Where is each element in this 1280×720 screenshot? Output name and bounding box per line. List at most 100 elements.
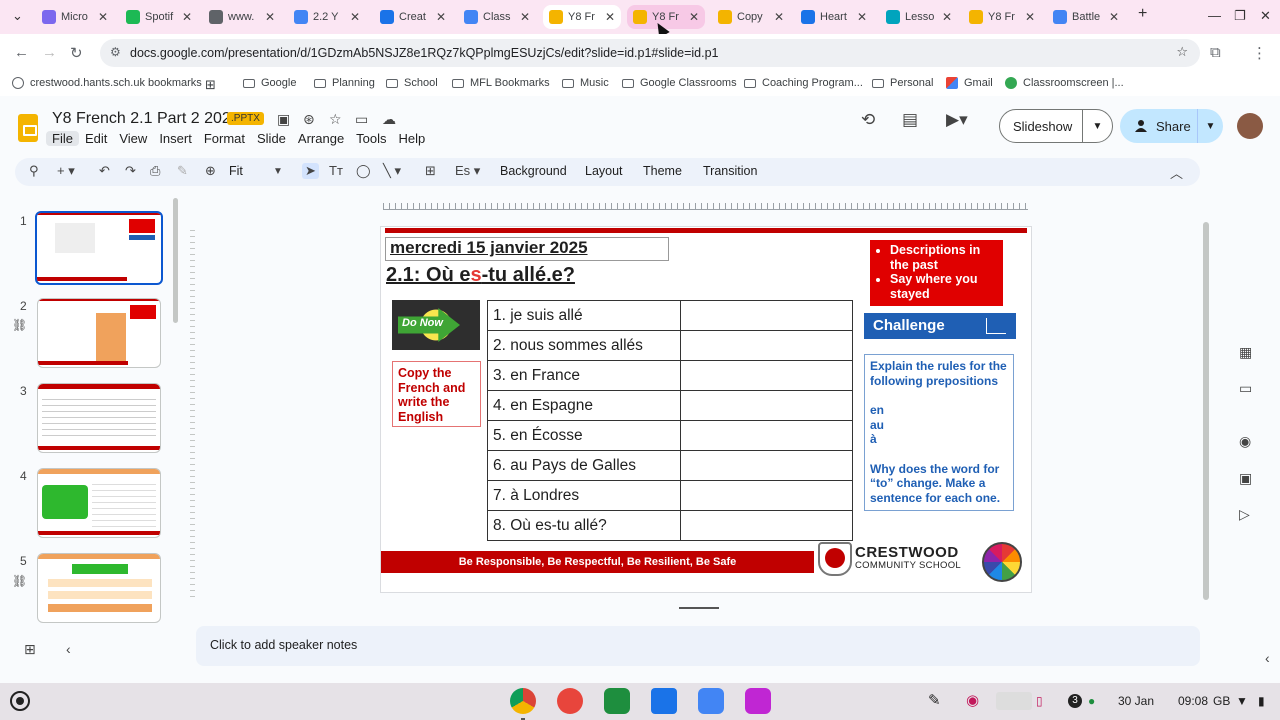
bookmark-item[interactable]: MFL Bookmarks bbox=[452, 77, 550, 89]
browser-tab[interactable]: Spotif ✕ bbox=[120, 5, 198, 29]
files-icon[interactable] bbox=[651, 688, 677, 714]
speaker-notes[interactable]: Click to add speaker notes bbox=[196, 626, 1200, 666]
slide[interactable]: mercredi 15 janvier 2025 2.1: Où es-tu a… bbox=[381, 227, 1031, 592]
search-menus-icon[interactable]: ⚲ bbox=[29, 163, 39, 179]
menu-edit[interactable]: Edit bbox=[79, 131, 113, 146]
bookmark-item[interactable]: Personal bbox=[872, 77, 933, 89]
close-tab-icon[interactable]: ✕ bbox=[605, 10, 615, 24]
back-icon[interactable]: ← bbox=[14, 44, 29, 61]
english-cell[interactable] bbox=[680, 450, 853, 481]
slides-panel-icon[interactable]: ▷ bbox=[1239, 506, 1250, 523]
browser-tab[interactable]: Lesso ✕ bbox=[880, 5, 958, 29]
notification-count-badge[interactable]: 3 bbox=[1068, 694, 1082, 708]
close-tab-icon[interactable]: ✕ bbox=[436, 10, 446, 24]
english-cell[interactable] bbox=[680, 360, 853, 391]
menu-tools[interactable]: Tools bbox=[350, 131, 392, 146]
shape-icon[interactable]: ◯ bbox=[356, 163, 371, 179]
close-tab-icon[interactable]: ✕ bbox=[942, 10, 952, 24]
browser-tab[interactable]: Micro ✕ bbox=[36, 5, 114, 29]
slideshow-options-icon[interactable]: ▼ bbox=[1082, 110, 1112, 142]
format-badge-icon[interactable]: ▣ bbox=[277, 111, 290, 128]
menu-view[interactable]: View bbox=[113, 131, 153, 146]
browser-tab[interactable]: 2.2 Y ✕ bbox=[288, 5, 366, 29]
slide-thumbnail-1[interactable] bbox=[35, 211, 163, 285]
slides-logo-icon[interactable] bbox=[18, 114, 38, 142]
close-tab-icon[interactable]: ✕ bbox=[182, 10, 192, 24]
address-bar[interactable]: ⚙ docs.google.com/presentation/d/1GDzmAb… bbox=[100, 39, 1200, 67]
battery-icon[interactable]: ▮ bbox=[1258, 694, 1265, 708]
vocab-table[interactable]: 1. je suis allé 2. nous sommes allés 3. en… bbox=[487, 300, 853, 541]
french-cell[interactable]: 7. à Londres bbox=[487, 480, 681, 511]
french-cell[interactable]: 3. en France bbox=[487, 360, 681, 391]
app-status-icon[interactable]: ▯ bbox=[1036, 694, 1043, 708]
english-cell[interactable] bbox=[680, 330, 853, 361]
french-cell[interactable]: 6. au Pays de Galles bbox=[487, 450, 681, 481]
slide-title[interactable]: 2.1: Où es-tu allé.e? bbox=[386, 264, 575, 287]
english-cell[interactable] bbox=[680, 480, 853, 511]
close-tab-icon[interactable]: ✕ bbox=[1109, 10, 1119, 24]
notes-resize-handle[interactable] bbox=[679, 607, 719, 609]
bookmark-item[interactable]: ⊞ bbox=[205, 77, 216, 93]
french-cell[interactable]: 4. en Espagne bbox=[487, 390, 681, 421]
browser-tab[interactable]: Creat ✕ bbox=[374, 5, 452, 29]
close-tab-icon[interactable]: ✕ bbox=[857, 10, 867, 24]
new-slide-icon[interactable]: + ▾ bbox=[57, 163, 75, 179]
copy-instruction[interactable]: Copy the French and write the English bbox=[392, 361, 481, 427]
minimize-icon[interactable]: — bbox=[1208, 8, 1221, 23]
text-box-icon[interactable]: Tт bbox=[329, 163, 343, 178]
bookmark-item[interactable]: Google bbox=[243, 77, 296, 89]
site-info-icon[interactable]: ⚙ bbox=[110, 45, 121, 59]
holding-space-icon[interactable] bbox=[996, 692, 1032, 710]
english-cell[interactable] bbox=[680, 300, 853, 331]
bookmark-item[interactable]: crestwood.hants.sch.uk bookmarks bbox=[12, 77, 202, 89]
close-tab-icon[interactable]: ✕ bbox=[774, 10, 784, 24]
redo-icon[interactable]: ↷ bbox=[125, 163, 136, 179]
sync-icon[interactable]: ⊛ bbox=[303, 111, 315, 128]
close-tab-icon[interactable]: ✕ bbox=[265, 10, 275, 24]
time-label[interactable]: 09:08 bbox=[1178, 694, 1208, 708]
browser-tab[interactable]: Heart ✕ bbox=[795, 5, 873, 29]
close-window-icon[interactable]: ✕ bbox=[1260, 8, 1271, 24]
english-cell[interactable] bbox=[680, 420, 853, 451]
browser-tab[interactable]: Copy ✕ bbox=[712, 5, 790, 29]
line-icon[interactable]: ╲ ▾ bbox=[383, 163, 401, 179]
filmstrip-scrollbar[interactable] bbox=[173, 198, 178, 323]
paint-format-icon[interactable]: ✎ bbox=[177, 163, 188, 179]
undo-icon[interactable]: ↶ bbox=[99, 163, 110, 179]
slide-thumbnail-3[interactable] bbox=[37, 383, 161, 453]
print-icon[interactable]: ⎙ bbox=[150, 163, 160, 179]
french-cell[interactable]: 5. en Écosse bbox=[487, 420, 681, 451]
record-icon[interactable]: ◉ bbox=[1239, 433, 1251, 450]
layout-button[interactable]: Layout bbox=[585, 164, 623, 178]
new-tab-button[interactable]: + bbox=[1138, 5, 1147, 23]
screencast-app-icon[interactable] bbox=[745, 688, 771, 714]
bookmark-item[interactable]: Music bbox=[562, 77, 609, 89]
french-cell[interactable]: 8. Où es-tu allé? bbox=[487, 510, 681, 541]
menu-format[interactable]: Format bbox=[198, 131, 251, 146]
menu-file[interactable]: File bbox=[46, 131, 79, 146]
share-button[interactable]: Share ▼ bbox=[1120, 109, 1223, 143]
date-label[interactable]: 30 Jan bbox=[1118, 694, 1154, 708]
slide-thumbnail-5[interactable] bbox=[37, 553, 161, 623]
zoom-select[interactable]: Fit bbox=[229, 164, 243, 178]
share-options-icon[interactable]: ▼ bbox=[1197, 109, 1223, 143]
select-cursor-icon[interactable]: ➤ bbox=[302, 163, 319, 179]
slide-thumbnail-4[interactable] bbox=[37, 468, 161, 538]
french-cell[interactable]: 2. nous sommes allés bbox=[487, 330, 681, 361]
challenge-text-box[interactable]: Explain the rules for the following prep… bbox=[864, 354, 1014, 511]
meet-icon[interactable]: ▶▾ bbox=[946, 110, 968, 130]
bookmark-item[interactable]: Planning bbox=[314, 77, 375, 89]
theme-button[interactable]: Theme bbox=[643, 164, 682, 178]
expand-side-panel-icon[interactable]: ‹ bbox=[1265, 650, 1270, 666]
do-now-image[interactable]: Do Now bbox=[392, 300, 480, 350]
input-tools-icon[interactable]: Es ▾ bbox=[455, 163, 480, 179]
close-tab-icon[interactable]: ✕ bbox=[520, 10, 530, 24]
slide-date[interactable]: mercredi 15 janvier 2025 bbox=[385, 237, 669, 261]
tab-search-icon[interactable]: ⌄ bbox=[12, 8, 23, 24]
stylus-pen-icon[interactable]: ✎ bbox=[928, 691, 941, 709]
browser-tab[interactable]: Class ✕ bbox=[458, 5, 536, 29]
background-button[interactable]: Background bbox=[500, 164, 567, 178]
move-folder-icon[interactable]: ▭ bbox=[355, 111, 368, 128]
challenge-banner[interactable]: Challenge bbox=[864, 313, 1016, 339]
menu-slide[interactable]: Slide bbox=[251, 131, 292, 146]
